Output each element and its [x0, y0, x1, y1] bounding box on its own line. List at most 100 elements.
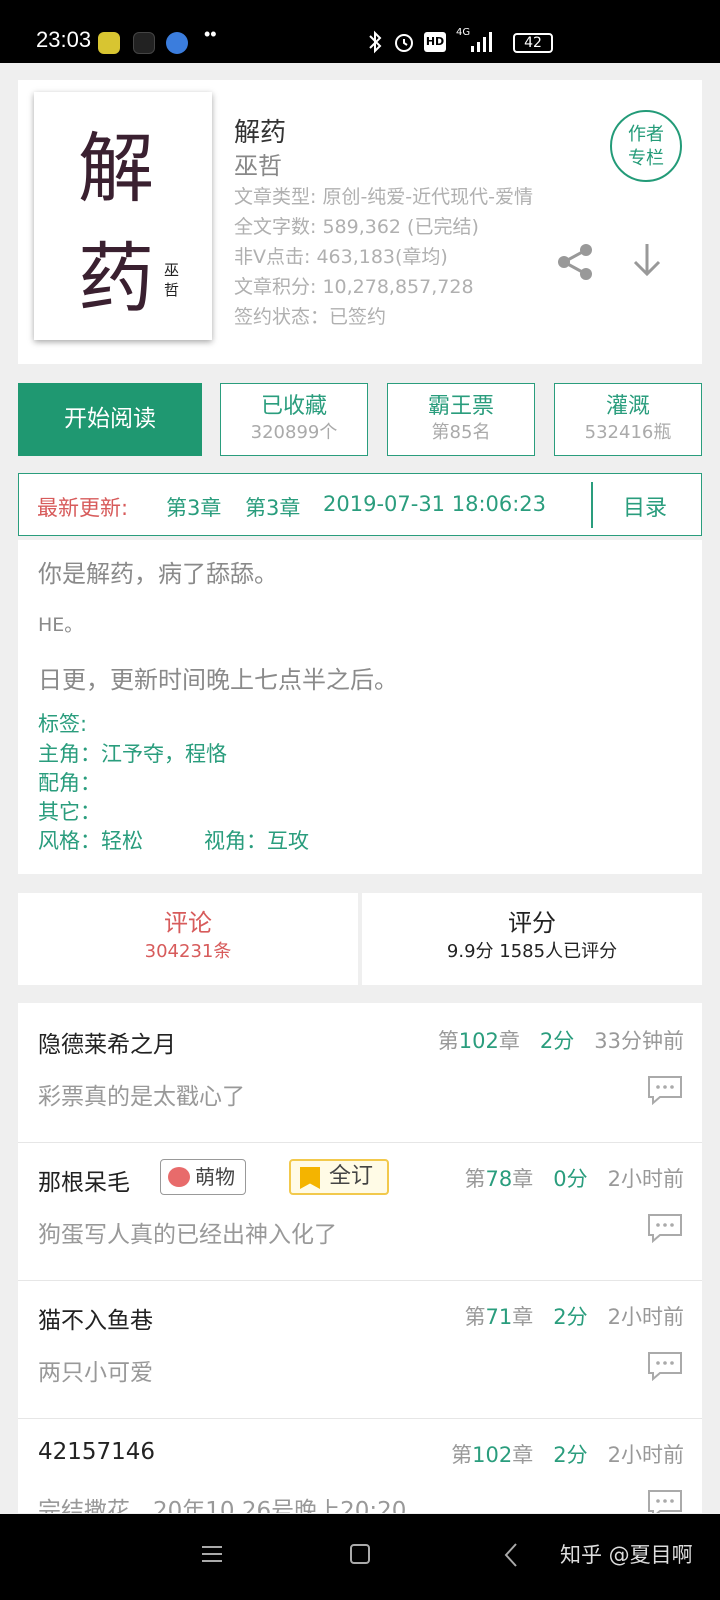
- comment-time: 33分钟前: [594, 1029, 684, 1053]
- meta-type: 文章类型: 原创-纯爱-近代现代-爱情: [234, 186, 534, 208]
- comment-user[interactable]: 42157146: [38, 1439, 155, 1465]
- comment-text: 狗蛋写人真的已经出神入化了: [38, 1222, 337, 1248]
- status-time: 23:03: [36, 27, 92, 52]
- book-info-card: 解药 巫哲 解药 巫哲 文章类型: 原创-纯爱-近代现代-爱情 全文字数: 58…: [18, 80, 702, 364]
- cute-badge-label: 萌物: [195, 1165, 235, 1189]
- reply-icon[interactable]: [646, 1489, 684, 1513]
- comment-item[interactable]: 那根呆毛 萌物 全订 第78章 0分 2小时前 狗蛋写人真的已经出神入化了: [18, 1141, 702, 1281]
- author-column-button[interactable]: 作者专栏: [610, 110, 682, 182]
- chapter-number: 78: [485, 1167, 513, 1191]
- cover-signature: 巫哲: [164, 261, 180, 299]
- reply-icon[interactable]: [646, 1351, 684, 1381]
- ticket-button[interactable]: 霸王票 第85名: [387, 383, 535, 456]
- author-column-label: 作者专栏: [628, 124, 664, 169]
- comment-score: 2分: [539, 1029, 575, 1053]
- meta-contract: 签约状态：已签约: [234, 306, 387, 328]
- bookmark-icon: [300, 1167, 320, 1189]
- book-author[interactable]: 巫哲: [234, 146, 282, 181]
- comment-time: 2小时前: [607, 1167, 684, 1191]
- back-icon[interactable]: [502, 1542, 520, 1568]
- comment-meta: 第71章 2分 2小时前: [464, 1301, 684, 1331]
- chapter-suffix: 章: [512, 1443, 534, 1467]
- tab-comments[interactable]: 评论 304231条: [18, 893, 358, 985]
- status-bar: 23:03 •• HD 4G 42: [0, 0, 720, 63]
- latest-update-label: 最新更新:: [37, 496, 129, 520]
- home-icon[interactable]: [350, 1544, 370, 1564]
- hd-icon: HD: [424, 32, 446, 52]
- collect-label: 已收藏: [260, 394, 327, 419]
- water-button[interactable]: 灌溉 532416瓶: [554, 383, 702, 456]
- menu-icon[interactable]: [202, 1545, 222, 1563]
- style-info: 风格：轻松: [38, 829, 143, 853]
- chapter-prefix: 第: [464, 1167, 486, 1191]
- network-type: 4G: [456, 27, 471, 38]
- share-icon[interactable]: [554, 242, 596, 282]
- bluetooth-icon: [369, 30, 382, 54]
- meta-clicks: 非V点击: 463,183(章均): [234, 246, 448, 268]
- book-title: 解药: [234, 118, 287, 148]
- chapter-suffix: 章: [498, 1029, 520, 1053]
- comment-user[interactable]: 猫不入鱼巷: [38, 1301, 153, 1335]
- desc-line-3: 日更，更新时间晚上七点半之后。: [38, 666, 398, 694]
- battery-icon: 42: [513, 33, 553, 53]
- download-icon[interactable]: [630, 240, 664, 280]
- desc-line-1: 你是解药，病了舔舔。: [38, 560, 278, 588]
- latest-chapter-name: 第3章: [245, 496, 301, 520]
- divider: [591, 482, 593, 528]
- tiktok-icon: [133, 32, 155, 54]
- comment-score: 2分: [553, 1305, 588, 1329]
- comment-meta: 第102章 2分 33分钟前: [438, 1025, 684, 1055]
- book-cover[interactable]: 解药 巫哲: [34, 92, 212, 340]
- comment-list: 隐德莱希之月 第102章 2分 33分钟前 彩票真的是太戳心了 那根呆毛 萌物 …: [18, 1003, 702, 1513]
- comment-time: 2小时前: [607, 1305, 684, 1329]
- comment-item[interactable]: 隐德莱希之月 第102章 2分 33分钟前 彩票真的是太戳心了: [18, 1003, 702, 1143]
- system-nav-bar: 知乎 @夏目啊: [0, 1514, 720, 1600]
- lead-characters: 主角：江予夺，程恪: [38, 742, 227, 766]
- chapter-number: 102: [458, 1029, 499, 1053]
- cute-badge: 萌物: [160, 1159, 246, 1195]
- alarm-icon: [395, 34, 413, 52]
- comment-meta: 第102章 2分 2小时前: [451, 1439, 684, 1469]
- toc-button[interactable]: 目录: [623, 490, 667, 522]
- ticket-label: 霸王票: [427, 394, 494, 419]
- comment-user[interactable]: 隐德莱希之月: [38, 1025, 176, 1059]
- comment-meta: 第78章 0分 2小时前: [464, 1163, 684, 1193]
- comment-text: 彩票真的是太戳心了: [38, 1084, 245, 1110]
- tags-label: 标签:: [38, 712, 88, 736]
- comment-time: 2小时前: [607, 1443, 684, 1467]
- comment-score: 0分: [553, 1167, 588, 1191]
- more-notifications-icon: ••: [204, 24, 217, 44]
- tab-rating-summary: 9.9分 1585人已评分: [446, 941, 618, 962]
- chapter-number: 71: [485, 1305, 513, 1329]
- full-subscribe-badge: 全订: [289, 1159, 389, 1195]
- comment-item[interactable]: 42157146 第102章 2分 2小时前 完结撒花，20年10.26号晚上2…: [18, 1417, 702, 1513]
- tab-rating[interactable]: 评分 9.9分 1585人已评分: [362, 893, 702, 985]
- meta-word-count: 全文字数: 589,362 (已完结): [234, 216, 479, 238]
- comment-user[interactable]: 那根呆毛: [38, 1163, 130, 1197]
- latest-update-time: 2019-07-31 18:06:23: [323, 492, 547, 516]
- book-description: 你是解药，病了舔舔。 HE。 日更，更新时间晚上七点半之后。 标签: 主角：江予…: [18, 540, 702, 874]
- latest-chapter-number: 第3章: [166, 496, 222, 520]
- comment-score: 2分: [553, 1443, 588, 1467]
- start-reading-button[interactable]: 开始阅读: [18, 383, 202, 456]
- collect-count: 320899个: [250, 422, 338, 443]
- reply-icon[interactable]: [646, 1075, 684, 1105]
- ticket-rank: 第85名: [431, 422, 491, 443]
- tab-comments-label: 评论: [164, 909, 212, 937]
- other-info: 其它：: [38, 800, 101, 824]
- full-subscribe-label: 全订: [329, 1164, 374, 1189]
- meta-score: 文章积分: 10,278,857,728: [234, 276, 474, 298]
- comment-text: 完结撒花，20年10.26号晚上20:20: [38, 1498, 407, 1513]
- zhihu-watermark: 知乎 @夏目啊: [560, 1543, 693, 1567]
- chapter-suffix: 章: [512, 1167, 534, 1191]
- comment-text: 两只小可爱: [38, 1360, 153, 1386]
- reply-icon[interactable]: [646, 1213, 684, 1243]
- chapter-suffix: 章: [512, 1305, 534, 1329]
- comment-item[interactable]: 猫不入鱼巷 第71章 2分 2小时前 两只小可爱: [18, 1279, 702, 1419]
- browser-icon: [166, 32, 188, 54]
- collect-button[interactable]: 已收藏 320899个: [220, 383, 368, 456]
- water-count: 532416瓶: [584, 422, 672, 443]
- latest-update-bar[interactable]: 最新更新: 第3章 第3章 2019-07-31 18:06:23 目录: [18, 473, 702, 536]
- tab-rating-label: 评分: [508, 909, 556, 937]
- view-info: 视角：互攻: [204, 829, 309, 853]
